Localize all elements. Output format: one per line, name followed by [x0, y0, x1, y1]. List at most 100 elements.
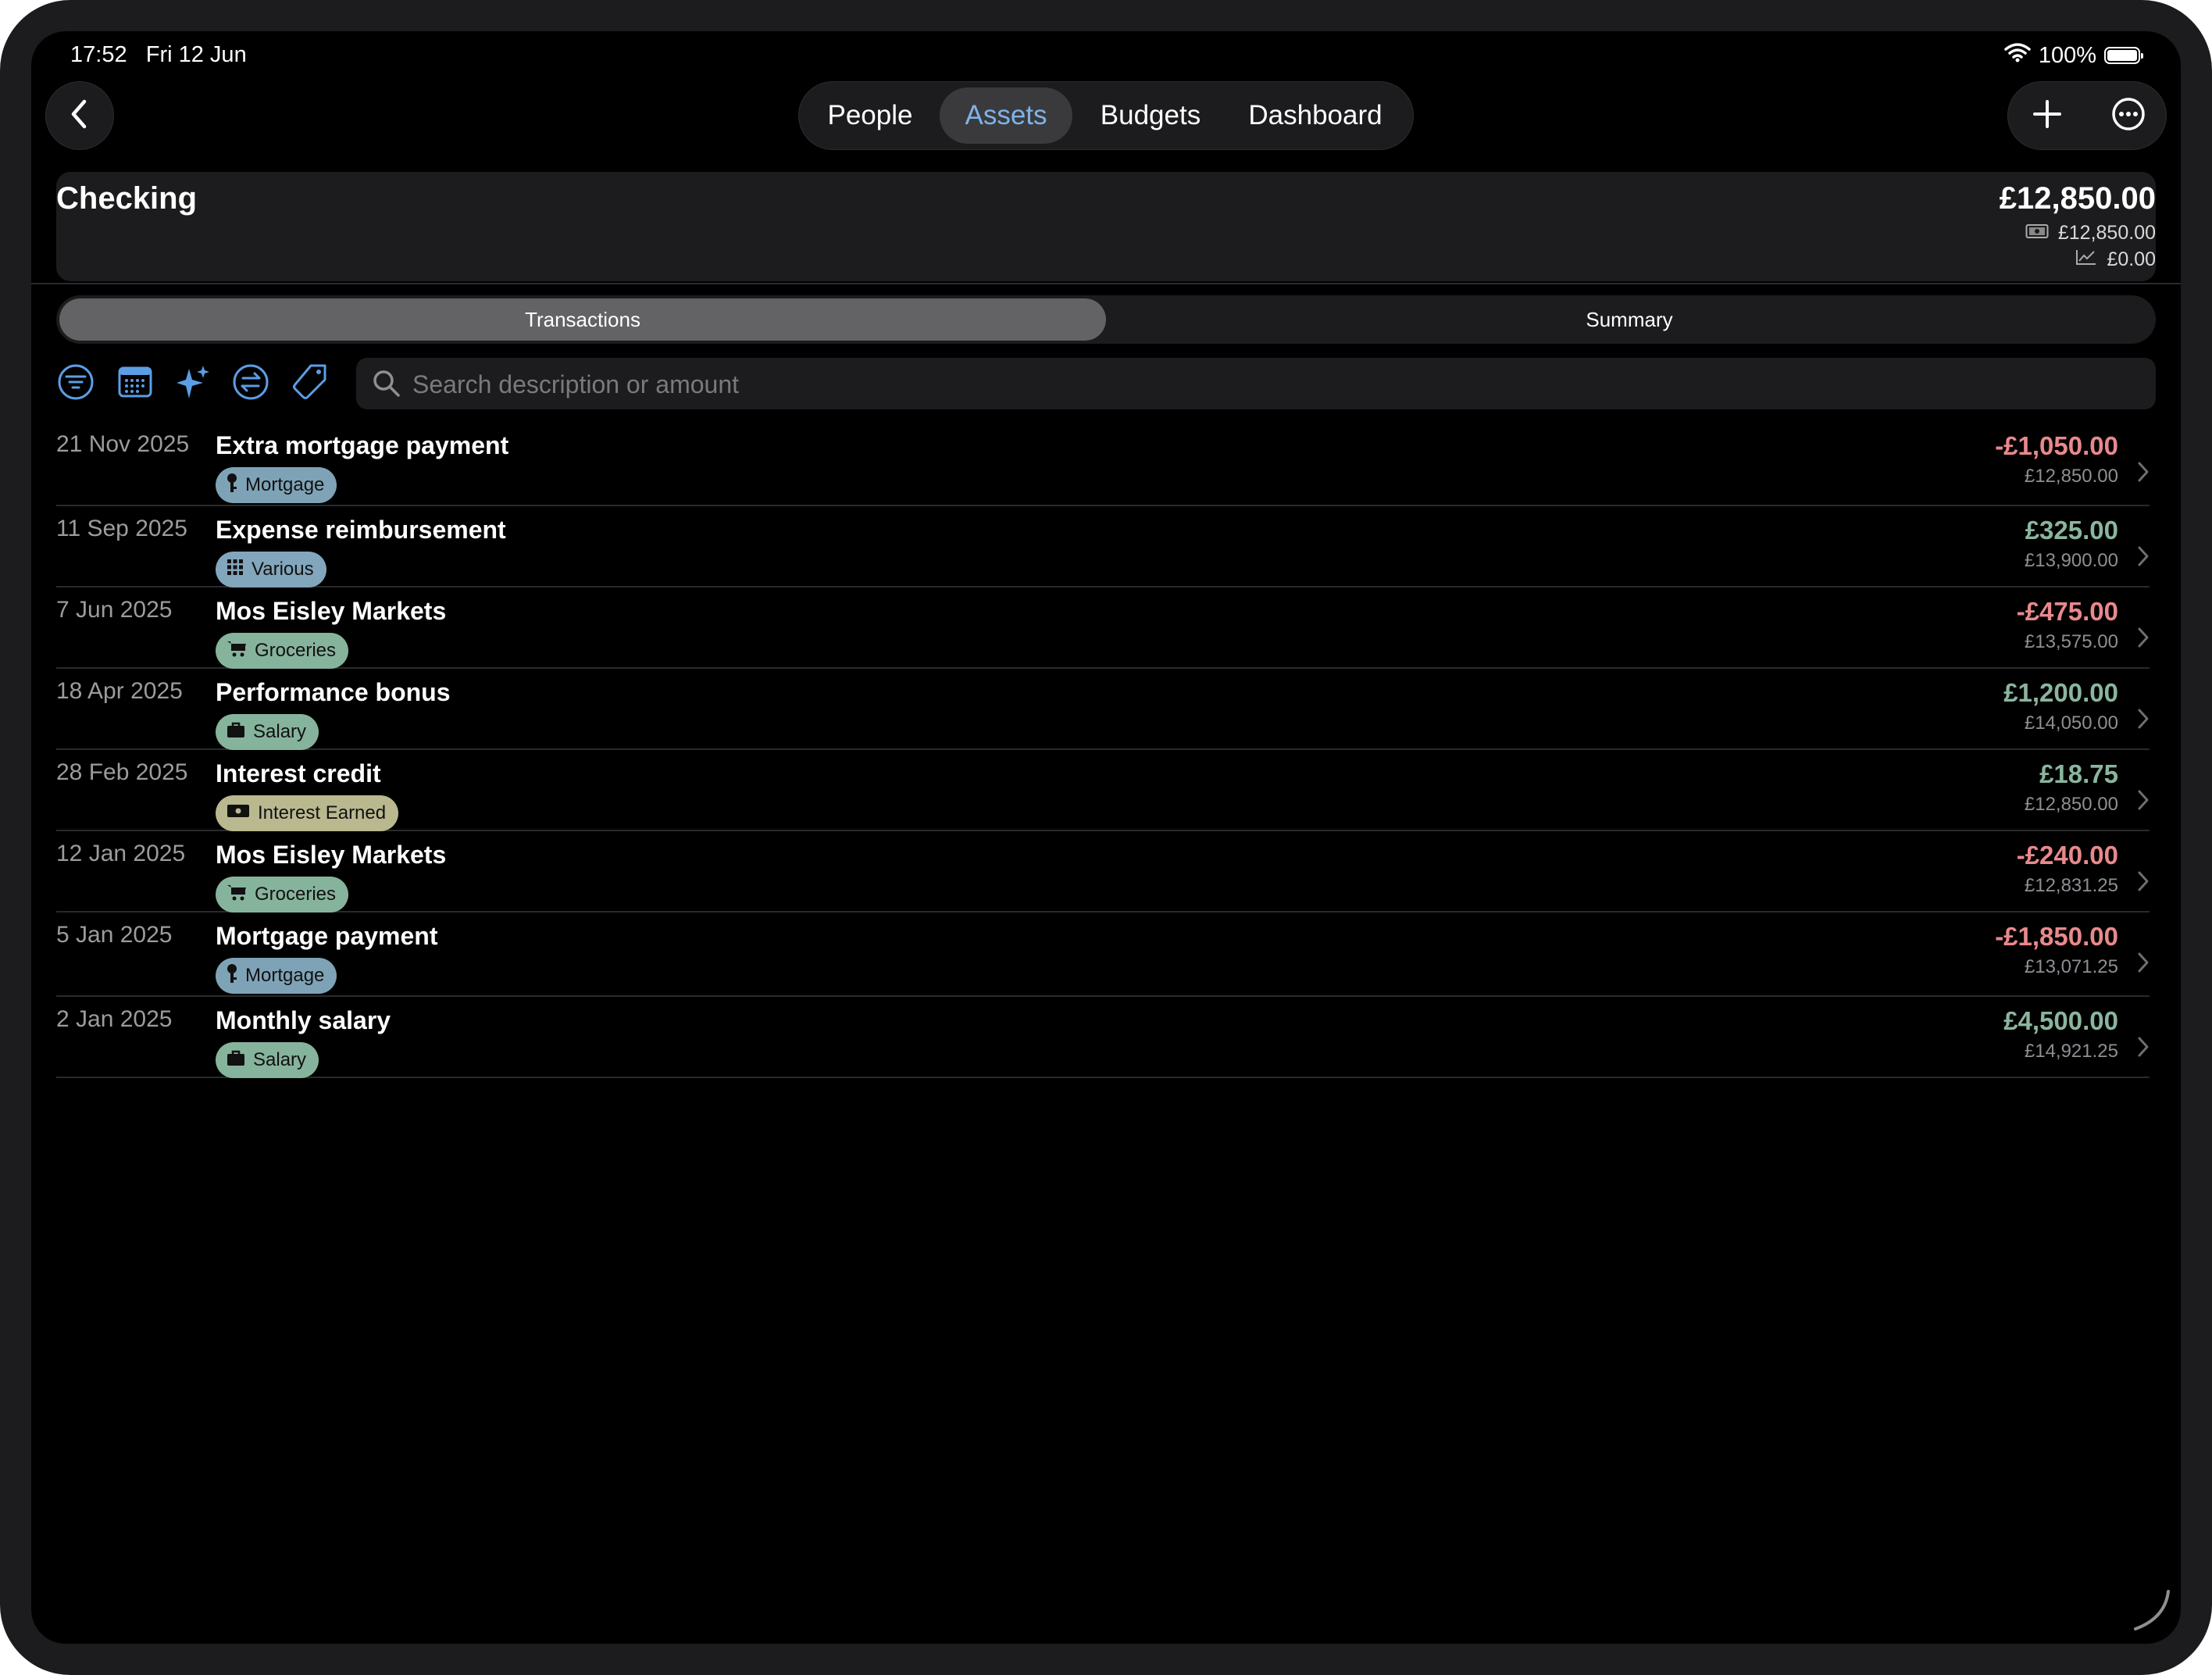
- chevron-right-icon: [2137, 789, 2150, 815]
- view-segmented-control: Transactions Summary: [56, 295, 2156, 344]
- transaction-date: 12 Jan 2025: [56, 841, 186, 866]
- key-icon: [227, 473, 237, 498]
- tag-icon: [291, 362, 330, 405]
- account-investment-row: £0.00: [2075, 248, 2156, 271]
- transaction-amount: -£1,850.00: [1995, 922, 2118, 951]
- transaction-date: 2 Jan 2025: [56, 1006, 173, 1032]
- status-time: 17:52: [70, 42, 127, 67]
- cart-icon: [227, 884, 247, 906]
- banknote-icon: [227, 802, 250, 824]
- key-icon: [227, 963, 237, 989]
- date-range-button[interactable]: [114, 362, 156, 405]
- transaction-description: Expense reimbursement: [216, 516, 506, 544]
- category-tag-label: Interest Earned: [258, 802, 387, 823]
- category-tag: Salary: [216, 714, 319, 750]
- battery-icon: [2104, 47, 2143, 64]
- chevron-right-icon: [2137, 1036, 2150, 1062]
- transaction-description: Extra mortgage payment: [216, 431, 509, 459]
- transaction-amount: £18.75: [2039, 759, 2118, 788]
- category-tag: Groceries: [216, 633, 349, 669]
- filter-circle-icon: [57, 363, 95, 405]
- filter-button[interactable]: [55, 362, 97, 405]
- chevron-left-icon: [69, 98, 91, 134]
- transaction-row[interactable]: 2 Jan 2025 Monthly salary Salary £4,500.…: [56, 997, 2150, 1078]
- transaction-list: 21 Nov 2025 Extra mortgage payment Mortg…: [56, 422, 2150, 1078]
- transaction-description: Mortgage payment: [216, 922, 438, 950]
- tab-people[interactable]: People: [810, 88, 930, 144]
- transaction-running-balance: £12,850.00: [2024, 794, 2118, 815]
- transaction-description: Monthly salary: [216, 1006, 391, 1034]
- account-cash-row: £12,850.00: [2025, 222, 2156, 245]
- sparkles-icon: [173, 362, 212, 405]
- cart-icon: [227, 640, 247, 662]
- account-investment-value: £0.00: [2107, 248, 2156, 270]
- category-tag: Mortgage: [216, 958, 337, 994]
- category-tag: Salary: [216, 1042, 319, 1078]
- transaction-amount: £325.00: [2025, 516, 2118, 545]
- transaction-date: 7 Jun 2025: [56, 597, 173, 623]
- transaction-row[interactable]: 11 Sep 2025 Expense reimbursement Variou…: [56, 506, 2150, 588]
- more-button[interactable]: [2089, 82, 2167, 149]
- transaction-row[interactable]: 18 Apr 2025 Performance bonus Salary £1,…: [56, 669, 2150, 750]
- tab-assets[interactable]: Assets: [940, 88, 1072, 144]
- wifi-icon: [2004, 42, 2031, 69]
- transaction-date: 21 Nov 2025: [56, 431, 190, 457]
- transaction-amount: -£1,050.00: [1995, 431, 2118, 460]
- status-time-date: 17:52 Fri 12 Jun: [70, 42, 247, 68]
- transaction-row[interactable]: 5 Jan 2025 Mortgage payment Mortgage -£1…: [56, 912, 2150, 997]
- tab-dashboard[interactable]: Dashboard: [1229, 88, 1402, 144]
- transaction-amount: -£475.00: [2016, 597, 2118, 626]
- transaction-description: Performance bonus: [216, 678, 451, 706]
- category-tag: Groceries: [216, 877, 349, 912]
- transaction-running-balance: £14,921.25: [2024, 1041, 2118, 1062]
- chevron-right-icon: [2137, 870, 2150, 896]
- transfer-filter-button[interactable]: [230, 362, 272, 405]
- calendar-icon: [116, 363, 154, 405]
- transaction-running-balance: £14,050.00: [2024, 712, 2118, 734]
- transaction-date: 11 Sep 2025: [56, 516, 187, 541]
- segment-transactions[interactable]: Transactions: [59, 298, 1106, 341]
- battery-percent: 100%: [2038, 42, 2096, 68]
- smart-filter-button[interactable]: [172, 362, 214, 405]
- category-tag-label: Various: [252, 559, 314, 580]
- category-tag-label: Mortgage: [245, 474, 325, 495]
- segment-summary[interactable]: Summary: [1106, 298, 2153, 341]
- back-button[interactable]: [45, 81, 114, 150]
- tag-filter-button[interactable]: [289, 362, 331, 405]
- transaction-date: 5 Jan 2025: [56, 922, 173, 948]
- app-screen: 17:52 Fri 12 Jun 100% People Assets Budg…: [31, 31, 2181, 1644]
- transaction-row[interactable]: 21 Nov 2025 Extra mortgage payment Mortg…: [56, 422, 2150, 506]
- transaction-amount: £4,500.00: [2003, 1006, 2118, 1035]
- search-icon: [372, 369, 401, 402]
- transaction-description: Mos Eisley Markets: [216, 597, 447, 625]
- category-tag: Interest Earned: [216, 795, 399, 831]
- category-tag-label: Salary: [253, 721, 307, 742]
- account-name: Checking: [56, 181, 198, 216]
- transaction-running-balance: £13,900.00: [2024, 550, 2118, 571]
- transaction-row[interactable]: 12 Jan 2025 Mos Eisley Markets Groceries…: [56, 831, 2150, 912]
- plus-icon: [2032, 98, 2063, 134]
- briefcase-icon: [227, 1049, 245, 1072]
- add-button[interactable]: [2008, 82, 2086, 149]
- category-tag-label: Groceries: [255, 884, 337, 905]
- top-actions: [2007, 81, 2167, 150]
- transaction-running-balance: £12,831.25: [2024, 875, 2118, 896]
- transaction-row[interactable]: 7 Jun 2025 Mos Eisley Markets Groceries …: [56, 588, 2150, 669]
- category-tag-label: Salary: [253, 1049, 307, 1070]
- account-total: £12,850.00: [1999, 181, 2156, 216]
- search-input[interactable]: [411, 358, 2132, 411]
- account-cash-value: £12,850.00: [2057, 222, 2156, 244]
- status-date: Fri 12 Jun: [145, 42, 247, 67]
- ellipsis-circle-icon: [2110, 96, 2146, 136]
- chevron-right-icon: [2137, 952, 2150, 977]
- transaction-running-balance: £13,575.00: [2024, 631, 2118, 652]
- device-bezel: 17:52 Fri 12 Jun 100% People Assets Budg…: [0, 0, 2212, 1675]
- corner-indicator-icon: [2126, 1587, 2173, 1638]
- chevron-right-icon: [2137, 627, 2150, 652]
- transaction-row[interactable]: 28 Feb 2025 Interest credit Interest Ear…: [56, 750, 2150, 831]
- grid-icon: [227, 559, 244, 581]
- tab-budgets[interactable]: Budgets: [1082, 88, 1219, 144]
- status-right: 100%: [2004, 42, 2143, 69]
- transaction-description: Interest credit: [216, 759, 381, 788]
- category-tag-label: Mortgage: [245, 965, 325, 986]
